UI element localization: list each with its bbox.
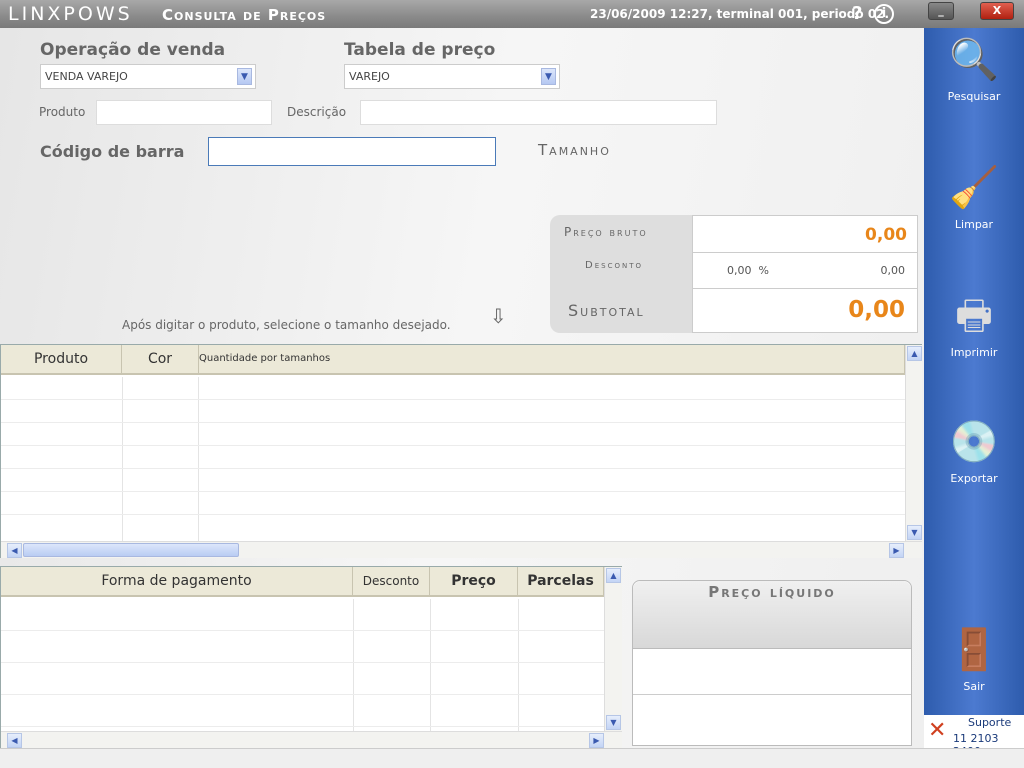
scroll-up-icon[interactable]: ▲ xyxy=(907,346,922,361)
column-header-quantidade[interactable]: Quantidade por tamanhos xyxy=(199,345,905,373)
tabela-value: VAREJO xyxy=(349,70,390,83)
operacao-select[interactable]: VENDA VAREJO ▼ xyxy=(40,64,256,89)
products-grid[interactable]: Produto Cor Quantidade por tamanhos ▲ ▼ … xyxy=(0,344,922,558)
pesquisar-button[interactable]: 🔍 Pesquisar xyxy=(924,34,1024,103)
desconto-percent: 0,00 % xyxy=(727,264,769,277)
imprimir-button[interactable]: 🖶 Imprimir xyxy=(924,290,1024,359)
scroll-thumb[interactable] xyxy=(23,543,239,557)
title-bar: LINXPOWS Consulta de Preços 23/06/2009 1… xyxy=(0,0,1024,28)
scroll-left-icon[interactable]: ◀ xyxy=(7,733,22,748)
desconto-value: 0,00 xyxy=(880,264,906,277)
payment-grid-header: Forma de pagamento Desconto Preço Parcel… xyxy=(1,567,604,597)
main-panel: Operação de venda VENDA VAREJO ▼ Tabela d… xyxy=(0,28,924,748)
subtotal-value: 0,00 xyxy=(848,297,905,323)
sair-button[interactable]: 🚪 Sair xyxy=(924,624,1024,693)
desconto-cell: 0,00 % 0,00 xyxy=(692,252,918,289)
linx-logo-icon: ✕ xyxy=(928,718,947,743)
column-header-produto[interactable]: Produto xyxy=(1,345,122,373)
scroll-down-icon[interactable]: ▼ xyxy=(907,525,922,540)
column-header-forma-pagamento[interactable]: Forma de pagamento xyxy=(1,567,353,595)
scroll-up-icon[interactable]: ▲ xyxy=(606,568,621,583)
payment-grid[interactable]: Forma de pagamento Desconto Preço Parcel… xyxy=(0,566,622,748)
limpar-label: Limpar xyxy=(954,218,994,231)
operacao-label: Operação de venda xyxy=(40,40,226,60)
search-icon: 🔍 xyxy=(949,37,999,83)
hint-text: Após digitar o produto, selecione o tama… xyxy=(122,318,451,332)
printer-icon: 🖶 xyxy=(955,293,993,339)
scroll-right-icon[interactable]: ▶ xyxy=(589,733,604,748)
price-summary: Preço bruto 0,00 Desconto 0,00 % 0,00 Su… xyxy=(550,215,918,333)
column-header-cor[interactable]: Cor xyxy=(122,345,199,373)
imprimir-label: Imprimir xyxy=(950,346,998,359)
exit-door-icon: 🚪 xyxy=(949,627,999,673)
scroll-right-icon[interactable]: ▶ xyxy=(889,543,904,558)
exportar-label: Exportar xyxy=(950,472,998,485)
column-header-preco[interactable]: Preço xyxy=(430,567,518,595)
desconto-label: Desconto xyxy=(585,260,643,271)
codigo-barra-input[interactable] xyxy=(208,137,496,166)
export-icon: 💿 xyxy=(949,419,999,465)
info-icon[interactable]: i xyxy=(874,4,894,24)
preco-liquido-label: Preço líquido xyxy=(708,583,836,601)
preco-bruto-label: Preço bruto xyxy=(564,225,648,239)
codigo-label: Código de barra xyxy=(40,142,185,161)
payment-vertical-scrollbar[interactable]: ▲ ▼ xyxy=(604,567,622,731)
preco-bruto-value: 0,00 xyxy=(865,225,907,245)
brand-logo: LINXPOWS xyxy=(8,3,133,25)
column-header-desconto[interactable]: Desconto xyxy=(353,567,430,595)
action-sidebar: 🔍 Pesquisar 🧹 Limpar 🖶 Imprimir 💿 Exportar 🚪… xyxy=(924,28,1024,715)
chevron-down-icon[interactable]: ▼ xyxy=(541,68,556,85)
tabela-label: Tabela de preço xyxy=(344,40,496,60)
minimize-button[interactable]: _ xyxy=(928,2,954,20)
help-icon[interactable]: ? xyxy=(852,3,862,24)
products-vertical-scrollbar[interactable]: ▲ ▼ xyxy=(905,345,922,541)
close-button[interactable]: X xyxy=(980,2,1014,20)
preco-bruto-cell: 0,00 xyxy=(692,215,918,253)
limpar-button[interactable]: 🧹 Limpar xyxy=(924,162,1024,231)
sair-label: Sair xyxy=(963,680,985,693)
produto-label: Produto xyxy=(39,105,86,119)
broom-icon: 🧹 xyxy=(949,165,999,211)
products-grid-header: Produto Cor Quantidade por tamanhos xyxy=(1,345,905,375)
subtotal-label: Subtotal xyxy=(568,301,645,320)
arrow-down-icon: ⇩ xyxy=(490,304,507,328)
support-label: Suporte xyxy=(968,716,1012,729)
exportar-button[interactable]: 💿 Exportar xyxy=(924,416,1024,485)
subtotal-cell: 0,00 xyxy=(692,288,918,333)
chevron-down-icon[interactable]: ▼ xyxy=(237,68,252,85)
support-info: ✕ Suporte 11 2103 2400 xyxy=(924,715,1024,758)
session-status: 23/06/2009 12:27, terminal 001, periodo … xyxy=(590,7,890,21)
preco-liquido-panel: Preço líquido xyxy=(632,580,912,746)
descricao-input[interactable] xyxy=(360,100,717,125)
tamanho-label: Tamanho xyxy=(538,141,611,159)
app-title: Consulta de Preços xyxy=(162,6,327,24)
column-header-parcelas[interactable]: Parcelas xyxy=(518,567,604,595)
products-horizontal-scrollbar[interactable]: ◀ ▶ xyxy=(1,541,922,558)
scroll-down-icon[interactable]: ▼ xyxy=(606,715,621,730)
descricao-label: Descrição xyxy=(287,105,347,119)
scroll-left-icon[interactable]: ◀ xyxy=(7,543,22,558)
payment-horizontal-scrollbar[interactable]: ◀ ▶ xyxy=(1,731,622,748)
operacao-value: VENDA VAREJO xyxy=(45,70,128,83)
produto-input[interactable] xyxy=(96,100,272,125)
pesquisar-label: Pesquisar xyxy=(947,90,1001,103)
tabela-select[interactable]: VAREJO ▼ xyxy=(344,64,560,89)
status-bar xyxy=(0,748,1024,768)
